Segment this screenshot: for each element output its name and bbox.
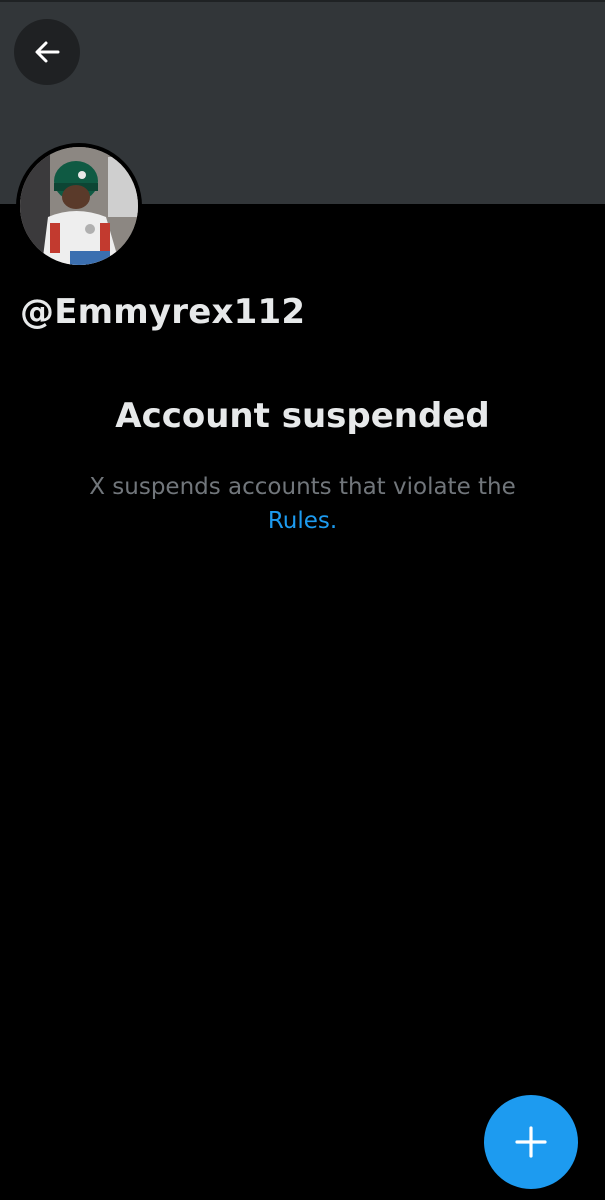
suspension-message: X suspends accounts that violate the Rul…	[60, 470, 545, 538]
plus-icon	[515, 1126, 547, 1158]
compose-button[interactable]	[484, 1095, 578, 1189]
suspension-message-text: X suspends accounts that violate the	[89, 474, 516, 500]
profile-screen: @Emmyrex112 Account suspended X suspends…	[0, 0, 605, 1200]
suspension-title: Account suspended	[115, 396, 490, 436]
profile-handle: @Emmyrex112	[20, 292, 306, 332]
rules-link[interactable]: Rules.	[268, 508, 337, 534]
back-button[interactable]	[14, 19, 80, 85]
arrow-left-icon	[35, 41, 60, 63]
avatar[interactable]	[16, 143, 142, 269]
profile-photo	[20, 147, 138, 265]
